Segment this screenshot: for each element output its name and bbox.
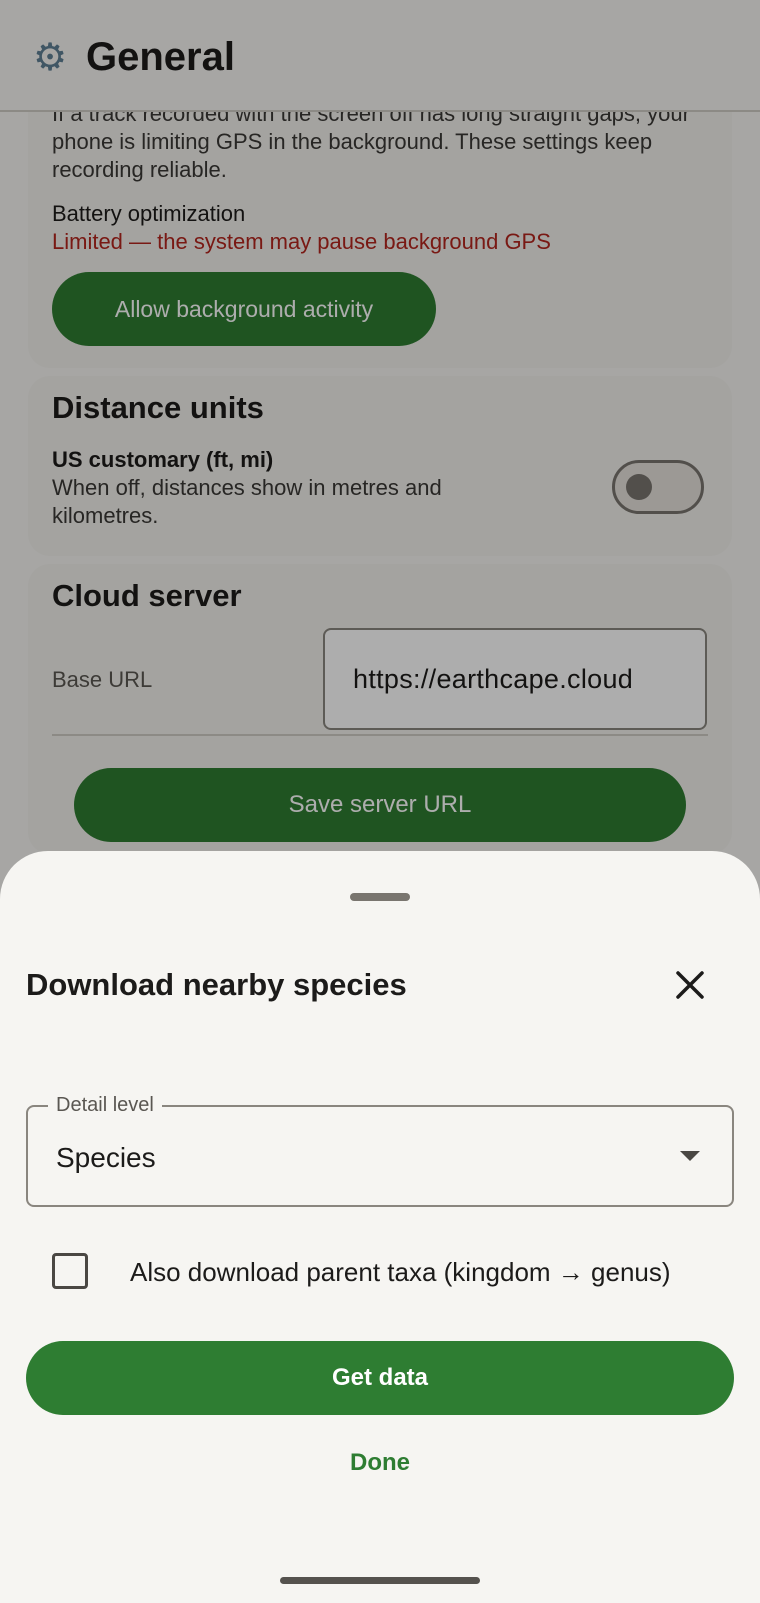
get-data-button[interactable]: Get data <box>26 1341 734 1415</box>
dropdown-arrow-icon <box>680 1151 700 1161</box>
parent-taxa-option[interactable]: Also download parent taxa (kingdom → gen… <box>52 1253 752 1293</box>
detail-level-label: Detail level <box>48 1091 162 1119</box>
drag-handle[interactable] <box>350 893 410 901</box>
gesture-nav-bar <box>280 1577 480 1584</box>
sheet-title: Download nearby species <box>26 967 407 1002</box>
detail-level-select[interactable]: Detail level Species <box>26 1091 734 1207</box>
close-button[interactable] <box>662 957 718 1013</box>
download-species-sheet: Download nearby species Detail level Spe… <box>0 851 760 1603</box>
parent-taxa-checkbox[interactable] <box>52 1253 88 1289</box>
parent-taxa-label: Also download parent taxa (kingdom → gen… <box>130 1257 671 1287</box>
close-icon <box>676 971 704 999</box>
detail-level-value: Species <box>56 1142 156 1173</box>
done-button[interactable]: Done <box>300 1427 460 1499</box>
